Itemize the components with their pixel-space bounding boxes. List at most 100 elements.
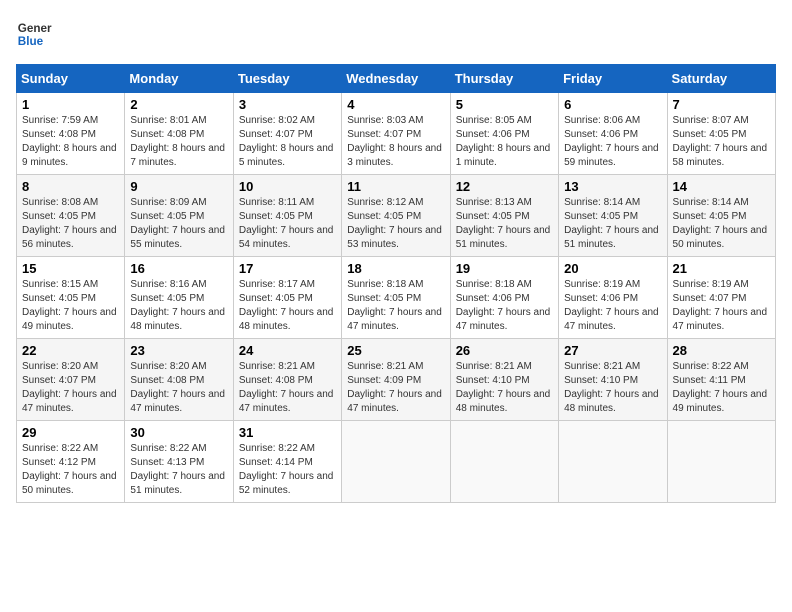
day-info: Sunrise: 8:22 AMSunset: 4:12 PMDaylight:… [22,442,119,498]
day-info: Sunrise: 8:21 AMSunset: 4:08 PMDaylight:… [239,360,336,416]
day-number: 3 [239,97,336,112]
day-number: 26 [456,343,553,358]
day-number: 30 [130,425,227,440]
day-number: 9 [130,179,227,194]
day-info: Sunrise: 8:11 AMSunset: 4:05 PMDaylight:… [239,196,336,252]
day-cell: 2 Sunrise: 8:01 AMSunset: 4:08 PMDaylight… [125,93,233,175]
day-cell: 8 Sunrise: 8:08 AMSunset: 4:05 PMDaylight… [17,175,125,257]
day-cell: 3 Sunrise: 8:02 AMSunset: 4:07 PMDaylight… [233,93,341,175]
day-cell: 22 Sunrise: 8:20 AMSunset: 4:07 PMDayligh… [17,339,125,421]
day-cell: 10 Sunrise: 8:11 AMSunset: 4:05 PMDayligh… [233,175,341,257]
day-number: 18 [347,261,444,276]
day-info: Sunrise: 8:15 AMSunset: 4:05 PMDaylight:… [22,278,119,334]
day-cell: 5Sunrise: 8:05 AMSunset: 4:06 PMDaylight… [450,93,558,175]
day-cell: 12 Sunrise: 8:13 AMSunset: 4:05 PMDayligh… [450,175,558,257]
day-number: 31 [239,425,336,440]
day-info: Sunrise: 8:18 AMSunset: 4:05 PMDaylight:… [347,278,444,334]
day-cell: 27 Sunrise: 8:21 AMSunset: 4:10 PMDayligh… [559,339,667,421]
day-info: Sunrise: 8:17 AMSunset: 4:05 PMDaylight:… [239,278,336,334]
day-of-week-monday: Monday [125,65,233,93]
calendar-header: SundayMondayTuesdayWednesdayThursdayFrid… [17,65,776,93]
days-of-week-row: SundayMondayTuesdayWednesdayThursdayFrid… [17,65,776,93]
day-number: 27 [564,343,661,358]
day-number: 1 [22,97,119,112]
day-info: Sunrise: 7:59 AMSunset: 4:08 PMDaylight:… [22,114,119,170]
day-info: Sunrise: 8:20 AMSunset: 4:07 PMDaylight:… [22,360,119,416]
svg-text:Blue: Blue [18,35,44,48]
day-number: 10 [239,179,336,194]
day-number: 25 [347,343,444,358]
svg-text:General: General [18,22,52,35]
day-info: Sunrise: 8:19 AMSunset: 4:07 PMDaylight:… [673,278,770,334]
day-number: 12 [456,179,553,194]
day-number: 16 [130,261,227,276]
header: General Blue [16,16,776,52]
day-number: 20 [564,261,661,276]
day-info: Sunrise: 8:16 AMSunset: 4:05 PMDaylight:… [130,278,227,334]
day-info: Sunrise: 8:14 AMSunset: 4:05 PMDaylight:… [673,196,770,252]
day-number: 22 [22,343,119,358]
day-cell: 4Sunrise: 8:03 AMSunset: 4:07 PMDaylight… [342,93,450,175]
logo: General Blue [16,16,52,52]
day-number: 7 [673,97,770,112]
day-number: 11 [347,179,444,194]
day-cell: 28Sunrise: 8:22 AMSunset: 4:11 PMDayligh… [667,339,775,421]
day-info: Sunrise: 8:22 AMSunset: 4:13 PMDaylight:… [130,442,227,498]
day-cell: 7 Sunrise: 8:07 AMSunset: 4:05 PMDaylight… [667,93,775,175]
day-cell: 24Sunrise: 8:21 AMSunset: 4:08 PMDayligh… [233,339,341,421]
day-cell: 14 Sunrise: 8:14 AMSunset: 4:05 PMDayligh… [667,175,775,257]
day-info: Sunrise: 8:12 AMSunset: 4:05 PMDaylight:… [347,196,444,252]
day-cell: 11 Sunrise: 8:12 AMSunset: 4:05 PMDayligh… [342,175,450,257]
week-row-2: 8 Sunrise: 8:08 AMSunset: 4:05 PMDaylight… [17,175,776,257]
day-of-week-friday: Friday [559,65,667,93]
week-row-1: 1 Sunrise: 7:59 AMSunset: 4:08 PMDaylight… [17,93,776,175]
day-cell: 21 Sunrise: 8:19 AMSunset: 4:07 PMDayligh… [667,257,775,339]
day-number: 6 [564,97,661,112]
day-info: Sunrise: 8:21 AMSunset: 4:10 PMDaylight:… [456,360,553,416]
day-number: 21 [673,261,770,276]
day-info: Sunrise: 8:20 AMSunset: 4:08 PMDaylight:… [130,360,227,416]
day-of-week-tuesday: Tuesday [233,65,341,93]
day-of-week-wednesday: Wednesday [342,65,450,93]
week-row-5: 29Sunrise: 8:22 AMSunset: 4:12 PMDayligh… [17,421,776,503]
day-of-week-thursday: Thursday [450,65,558,93]
day-cell [342,421,450,503]
day-info: Sunrise: 8:21 AMSunset: 4:09 PMDaylight:… [347,360,444,416]
day-number: 8 [22,179,119,194]
day-cell: 19Sunrise: 8:18 AMSunset: 4:06 PMDayligh… [450,257,558,339]
day-info: Sunrise: 8:22 AMSunset: 4:11 PMDaylight:… [673,360,770,416]
day-cell: 1 Sunrise: 7:59 AMSunset: 4:08 PMDaylight… [17,93,125,175]
day-cell: 23Sunrise: 8:20 AMSunset: 4:08 PMDayligh… [125,339,233,421]
day-cell: 17Sunrise: 8:17 AMSunset: 4:05 PMDayligh… [233,257,341,339]
day-info: Sunrise: 8:02 AMSunset: 4:07 PMDaylight:… [239,114,336,170]
day-cell: 26 Sunrise: 8:21 AMSunset: 4:10 PMDayligh… [450,339,558,421]
day-number: 2 [130,97,227,112]
day-info: Sunrise: 8:03 AMSunset: 4:07 PMDaylight:… [347,114,444,170]
day-cell: 16 Sunrise: 8:16 AMSunset: 4:05 PMDayligh… [125,257,233,339]
day-info: Sunrise: 8:22 AMSunset: 4:14 PMDaylight:… [239,442,336,498]
day-info: Sunrise: 8:19 AMSunset: 4:06 PMDaylight:… [564,278,661,334]
week-row-4: 22 Sunrise: 8:20 AMSunset: 4:07 PMDayligh… [17,339,776,421]
day-info: Sunrise: 8:01 AMSunset: 4:08 PMDaylight:… [130,114,227,170]
day-cell: 30 Sunrise: 8:22 AMSunset: 4:13 PMDayligh… [125,421,233,503]
day-cell [450,421,558,503]
logo-icon: General Blue [16,16,52,52]
day-cell: 18 Sunrise: 8:18 AMSunset: 4:05 PMDayligh… [342,257,450,339]
day-info: Sunrise: 8:08 AMSunset: 4:05 PMDaylight:… [22,196,119,252]
day-cell: 29Sunrise: 8:22 AMSunset: 4:12 PMDayligh… [17,421,125,503]
day-info: Sunrise: 8:18 AMSunset: 4:06 PMDaylight:… [456,278,553,334]
day-cell: 25 Sunrise: 8:21 AMSunset: 4:09 PMDayligh… [342,339,450,421]
day-cell: 13Sunrise: 8:14 AMSunset: 4:05 PMDayligh… [559,175,667,257]
day-number: 13 [564,179,661,194]
day-number: 14 [673,179,770,194]
day-info: Sunrise: 8:07 AMSunset: 4:05 PMDaylight:… [673,114,770,170]
day-cell [667,421,775,503]
week-row-3: 15Sunrise: 8:15 AMSunset: 4:05 PMDayligh… [17,257,776,339]
day-info: Sunrise: 8:13 AMSunset: 4:05 PMDaylight:… [456,196,553,252]
day-cell: 20 Sunrise: 8:19 AMSunset: 4:06 PMDayligh… [559,257,667,339]
day-cell: 6Sunrise: 8:06 AMSunset: 4:06 PMDaylight… [559,93,667,175]
day-number: 5 [456,97,553,112]
day-info: Sunrise: 8:21 AMSunset: 4:10 PMDaylight:… [564,360,661,416]
day-of-week-sunday: Sunday [17,65,125,93]
day-info: Sunrise: 8:09 AMSunset: 4:05 PMDaylight:… [130,196,227,252]
